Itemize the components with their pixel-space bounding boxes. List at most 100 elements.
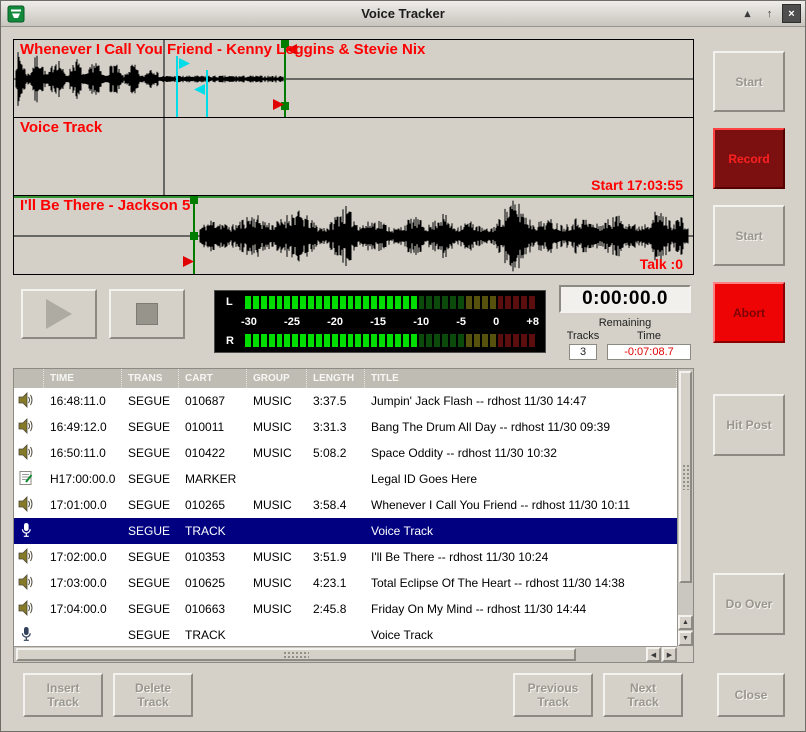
track-panel-2[interactable]: Voice Track Start 17:03:55 [14, 118, 693, 196]
meter-segment [292, 334, 298, 347]
start-track1-button[interactable]: Start [713, 51, 785, 112]
track-panel-3[interactable]: I'll Be There - Jackson 5 Talk :0 [14, 196, 693, 274]
meter-segment [387, 334, 393, 347]
meter-segment [490, 296, 496, 309]
meter-segment [245, 334, 251, 347]
log-cell-time: 16:48:11.0 [44, 394, 122, 408]
hit-post-button[interactable]: Hit Post [713, 394, 785, 456]
remaining-time-value: -0:07:08.7 [607, 344, 691, 360]
meter-segment [474, 334, 480, 347]
track-panel-1[interactable]: Whenever I Call You Friend - Kenny Loggi… [14, 40, 693, 118]
track-annotation: Talk :0 [640, 256, 683, 272]
close-icon[interactable]: × [782, 4, 801, 23]
log-cell-cart: MARKER [179, 472, 247, 486]
meter-segment [450, 334, 456, 347]
speaker-icon [14, 600, 44, 619]
scroll-left-icon[interactable]: ◀ [646, 647, 661, 662]
scroll-up-icon[interactable]: ▲ [678, 615, 693, 630]
log-row[interactable]: SEGUETRACKVoice Track [14, 518, 677, 544]
log-cell-trans: SEGUE [122, 498, 179, 512]
titlebar[interactable]: Voice Tracker ▴ ↑ × [1, 1, 805, 27]
log-cell-length: 2:45.8 [307, 602, 365, 616]
meter-scale-label: 0 [493, 316, 499, 328]
log-cell-group: MUSIC [247, 498, 307, 512]
meter-segment [482, 296, 488, 309]
meter-segment [363, 334, 369, 347]
close-button[interactable]: Close [717, 673, 785, 717]
shade-icon[interactable]: ▴ [738, 4, 757, 23]
log-horizontal-scrollbar[interactable]: ◀ ▶ [14, 646, 677, 662]
log-header-group: GROUP [247, 369, 307, 388]
start-track2-button[interactable]: Start [713, 205, 785, 266]
record-button[interactable]: Record [713, 128, 785, 189]
log-cell-trans: SEGUE [122, 576, 179, 590]
log-cell-title: Whenever I Call You Friend -- rdhost 11/… [365, 498, 677, 512]
meter-segment [426, 296, 432, 309]
log-cell-trans: SEGUE [122, 446, 179, 460]
log-cell-length: 3:58.4 [307, 498, 365, 512]
insert-track-button[interactable]: Insert Track [23, 673, 103, 717]
meter-segment [466, 296, 472, 309]
scroll-down-icon[interactable]: ▼ [678, 631, 693, 646]
voice-tracker-window: Voice Tracker ▴ ↑ × Whenever I Call Yo [0, 0, 806, 732]
meter-segment [355, 296, 361, 309]
meter-segment [482, 334, 488, 347]
log-cell-length: 4:23.1 [307, 576, 365, 590]
next-track-button[interactable]: Next Track [603, 673, 683, 717]
track-title: Whenever I Call You Friend - Kenny Loggi… [20, 41, 425, 58]
delete-track-button[interactable]: Delete Track [113, 673, 193, 717]
log-cell-title: Voice Track [365, 628, 677, 642]
log-cell-cart: 010265 [179, 498, 247, 512]
log-cell-title: Bang The Drum All Day -- rdhost 11/30 09… [365, 420, 677, 434]
log-row[interactable]: 16:50:11.0SEGUE010422MUSIC5:08.2Space Od… [14, 440, 677, 466]
play-button[interactable] [21, 289, 97, 339]
maximize-icon[interactable]: ↑ [760, 4, 779, 23]
log-cell-trans: SEGUE [122, 628, 179, 642]
meter-segment [521, 334, 527, 347]
do-over-button[interactable]: Do Over [713, 573, 785, 635]
meter-segment [513, 296, 519, 309]
abort-button[interactable]: Abort [713, 282, 785, 343]
window-title: Voice Tracker [1, 6, 805, 21]
log-cell-length: 5:08.2 [307, 446, 365, 460]
vertical-scroll-thumb[interactable] [679, 371, 692, 583]
meter-segment [529, 296, 535, 309]
stop-button[interactable] [109, 289, 185, 339]
log-cell-title: Total Eclipse Of The Heart -- rdhost 11/… [365, 576, 677, 590]
track-title: Voice Track [20, 119, 102, 136]
meter-scale-label: -20 [327, 316, 343, 328]
log-cell-trans: SEGUE [122, 472, 179, 486]
log-row[interactable]: 17:03:00.0SEGUE010625MUSIC4:23.1Total Ec… [14, 570, 677, 596]
log-table: TIMETRANSCARTGROUPLENGTHTITLE 16:48:11.0… [13, 368, 694, 663]
previous-track-button[interactable]: Previous Track [513, 673, 593, 717]
log-row[interactable]: 16:49:12.0SEGUE010011MUSIC3:31.3Bang The… [14, 414, 677, 440]
log-header-title: TITLE [365, 369, 677, 388]
meter-segment [411, 296, 417, 309]
log-cell-cart: 010625 [179, 576, 247, 590]
meter-segment [245, 296, 251, 309]
log-row[interactable]: 17:02:00.0SEGUE010353MUSIC3:51.9I'll Be … [14, 544, 677, 570]
log-cell-group: MUSIC [247, 394, 307, 408]
horizontal-scroll-thumb[interactable] [16, 648, 576, 661]
meter-segment [395, 334, 401, 347]
log-row[interactable]: SEGUETRACKVoice Track [14, 622, 677, 646]
scroll-right-icon[interactable]: ▶ [662, 647, 677, 662]
meter-segment [316, 296, 322, 309]
speaker-icon [14, 418, 44, 437]
meter-segment [529, 334, 535, 347]
meter-segment [261, 334, 267, 347]
meter-segment [324, 334, 330, 347]
log-row[interactable]: H17:00:00.0SEGUEMARKERLegal ID Goes Here [14, 466, 677, 492]
meter-segment [308, 334, 314, 347]
meter-segment [340, 296, 346, 309]
log-cell-length: 3:37.5 [307, 394, 365, 408]
log-vertical-scrollbar[interactable]: ▲ ▼ [677, 369, 693, 646]
stop-icon [136, 303, 158, 325]
log-header: TIMETRANSCARTGROUPLENGTHTITLE [14, 369, 677, 388]
log-cell-time: 17:03:00.0 [44, 576, 122, 590]
meter-segment [284, 296, 290, 309]
log-row[interactable]: 16:48:11.0SEGUE010687MUSIC3:37.5Jumpin' … [14, 388, 677, 414]
log-row[interactable]: 17:01:00.0SEGUE010265MUSIC3:58.4Whenever… [14, 492, 677, 518]
log-row[interactable]: 17:04:00.0SEGUE010663MUSIC2:45.8Friday O… [14, 596, 677, 622]
speaker-icon [14, 496, 44, 515]
